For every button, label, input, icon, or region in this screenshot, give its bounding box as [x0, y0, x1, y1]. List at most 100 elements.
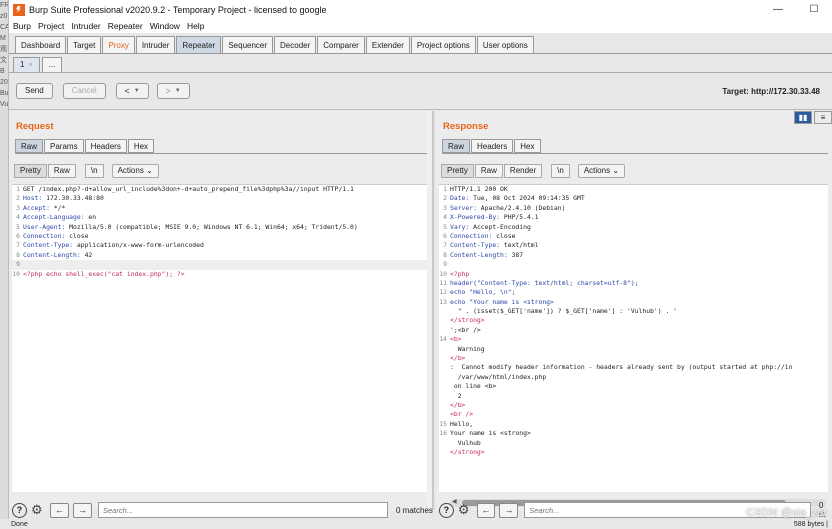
- response-render-button[interactable]: Render: [503, 164, 543, 178]
- send-button[interactable]: Send: [16, 83, 53, 99]
- divider: [442, 153, 828, 154]
- line-number: [439, 401, 450, 410]
- help-icon[interactable]: ?: [439, 502, 454, 518]
- help-icon[interactable]: ?: [12, 502, 27, 518]
- code-line: 12 echo "Hello, \n";: [439, 288, 828, 297]
- line-text: <b>: [450, 335, 462, 344]
- code-line: 3 Server: Apache/2.4.10 (Debian): [439, 204, 828, 213]
- header-value: 387: [507, 250, 524, 259]
- response-editor[interactable]: 1 HTTP/1.1 200 OK 2 Date: Tue, 08 Oct 2024 …: [439, 184, 828, 492]
- menu-repeater[interactable]: Repeater: [108, 21, 143, 31]
- line-number: 8: [16, 250, 20, 259]
- background-window-strip: FR z0 CA M 观文 B 20 Bu Vul: [0, 0, 9, 529]
- new-tab-button[interactable]: ...: [41, 57, 63, 72]
- split-layout-icon[interactable]: ▮▮: [794, 111, 812, 124]
- request-editor[interactable]: 1 GET /index.php?-d+allow_url_include%3do…: [12, 184, 428, 492]
- tab-extender[interactable]: Extender: [365, 36, 410, 53]
- line-text: echo "Hello, \n";: [450, 288, 516, 297]
- strip-fragment: z0: [0, 13, 8, 20]
- strip-fragment: 观: [0, 46, 7, 53]
- request-tab-headers[interactable]: Headers: [84, 139, 127, 153]
- gear-icon[interactable]: ⚙: [31, 502, 46, 518]
- code-line: 5 User-Agent: Mozilla/5.0 (compatible; MS…: [12, 223, 428, 232]
- search-input[interactable]: [98, 502, 388, 518]
- dropdown-icon: ▼: [133, 88, 140, 94]
- header-value: 42: [80, 250, 93, 259]
- divider: [9, 109, 832, 110]
- line-number: 15: [439, 419, 447, 428]
- menu-burp[interactable]: Burp: [13, 21, 31, 31]
- maximize-button[interactable]: ☐: [796, 4, 832, 15]
- code-line: <br />: [439, 410, 828, 419]
- chevron-down-icon: ⌄: [612, 166, 620, 175]
- request-pretty-button[interactable]: Pretty: [14, 164, 47, 178]
- header-name: X-Powered-By:: [450, 213, 501, 222]
- line-number: 9: [16, 260, 20, 269]
- request-raw-button[interactable]: Raw: [47, 164, 76, 178]
- response-raw-button[interactable]: Raw: [474, 164, 503, 178]
- request-tab-params[interactable]: Params: [44, 139, 84, 153]
- tab-project-options[interactable]: Project options: [410, 36, 476, 53]
- line-number: 3: [443, 203, 447, 212]
- line-number: [439, 382, 450, 391]
- gear-icon[interactable]: ⚙: [458, 502, 473, 518]
- response-tab-raw[interactable]: Raw: [442, 139, 471, 153]
- response-actions-dropdown[interactable]: Actions ⌄: [577, 164, 626, 178]
- line-number: [439, 354, 450, 363]
- request-tab-hex[interactable]: Hex: [127, 139, 155, 153]
- search-next-button[interactable]: →: [499, 502, 519, 518]
- response-newline-toggle[interactable]: \n: [551, 164, 570, 178]
- target-label[interactable]: Target: http://172.30.33.48: [722, 87, 820, 96]
- status-bar: Done 588 bytes |: [0, 519, 832, 529]
- tab-sequencer[interactable]: Sequencer: [222, 36, 274, 53]
- cancel-button[interactable]: Cancel: [62, 83, 106, 99]
- back-button[interactable]: < ▼: [115, 83, 149, 99]
- line-number: 2: [16, 194, 20, 203]
- response-tab-headers[interactable]: Headers: [471, 139, 514, 153]
- line-number: 6: [443, 231, 447, 240]
- minimize-button[interactable]: —: [760, 4, 796, 15]
- search-previous-button[interactable]: ←: [476, 502, 496, 518]
- tab-dashboard[interactable]: Dashboard: [15, 36, 67, 53]
- request-actions-dropdown[interactable]: Actions ⌄: [111, 164, 159, 178]
- response-pretty-button[interactable]: Pretty: [441, 164, 474, 178]
- request-newline-toggle[interactable]: \n: [84, 164, 104, 178]
- code-line: </strong>: [439, 448, 828, 457]
- header-name: Date:: [450, 194, 470, 203]
- menu-help[interactable]: Help: [187, 21, 204, 31]
- line-number: [439, 363, 450, 372]
- tab-proxy[interactable]: Proxy: [102, 36, 135, 53]
- code-line: 9: [439, 260, 828, 269]
- line-text: </b>: [450, 354, 466, 363]
- line-text: header("Content-Type: text/html; charset…: [450, 278, 639, 287]
- request-title: Request: [16, 121, 54, 132]
- response-tab-hex[interactable]: Hex: [514, 139, 541, 153]
- menu-window[interactable]: Window: [150, 21, 180, 31]
- tab-repeater[interactable]: Repeater: [176, 36, 222, 53]
- close-icon[interactable]: ×: [28, 62, 32, 69]
- tab-intruder[interactable]: Intruder: [135, 36, 176, 53]
- menu-project[interactable]: Project: [38, 21, 64, 31]
- tab-comparer[interactable]: Comparer: [317, 36, 365, 53]
- line-number: 3: [16, 203, 20, 212]
- line-number: [439, 345, 450, 354]
- forward-button[interactable]: > ▼: [156, 83, 190, 99]
- match-count: 0 matches: [396, 505, 433, 515]
- tab-decoder[interactable]: Decoder: [274, 36, 317, 53]
- search-next-button[interactable]: →: [73, 502, 92, 518]
- code-line: </strong>: [439, 316, 828, 325]
- title-bar: Burp Suite Professional v2020.9.2 - Temp…: [9, 0, 832, 19]
- request-tab-raw[interactable]: Raw: [15, 139, 44, 153]
- header-name: Vary:: [450, 222, 470, 231]
- line-number: 12: [439, 288, 447, 297]
- line-number: [439, 448, 450, 457]
- repeater-tab-1[interactable]: 1 ×: [13, 57, 40, 72]
- menu-intruder[interactable]: Intruder: [71, 21, 100, 31]
- tab-user-options[interactable]: User options: [476, 36, 534, 53]
- search-previous-button[interactable]: ←: [50, 502, 69, 518]
- tab-target[interactable]: Target: [67, 36, 102, 53]
- scrollbar[interactable]: [427, 111, 432, 510]
- stacked-layout-icon[interactable]: ≡: [814, 111, 832, 124]
- line-number: 1: [443, 185, 447, 193]
- line-text: Hello,: [450, 419, 474, 428]
